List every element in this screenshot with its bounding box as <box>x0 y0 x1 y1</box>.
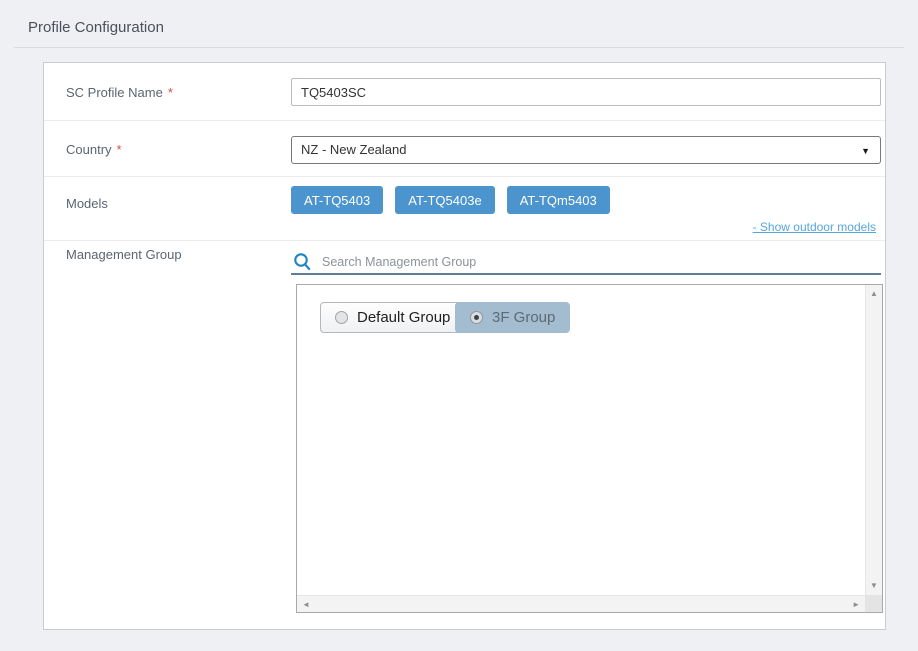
country-label: Country * <box>66 142 122 157</box>
required-asterisk: * <box>168 85 173 100</box>
group-option-label: 3F Group <box>492 309 555 326</box>
row-sc-profile-name: SC Profile Name * <box>44 63 885 121</box>
sc-profile-name-label: SC Profile Name * <box>66 85 173 100</box>
group-option-label: Default Group <box>357 309 450 326</box>
models-label-text: Models <box>66 196 108 211</box>
management-group-label: Management Group <box>66 247 182 262</box>
management-group-label-text: Management Group <box>66 247 182 262</box>
model-button-at-tq5403e[interactable]: AT-TQ5403e <box>395 186 494 214</box>
vertical-scrollbar[interactable]: ▲ ▼ <box>865 285 882 595</box>
page: Profile Configuration SC Profile Name * C… <box>0 0 918 651</box>
management-group-panel: Default Group 3F Group ▲ ▼ ◄ ► <box>296 284 883 613</box>
model-buttons-group: AT-TQ5403 AT-TQ5403e AT-TQm5403 <box>291 186 610 214</box>
group-option-3f-group[interactable]: 3F Group <box>455 302 570 333</box>
row-country: Country * NZ - New Zealand ▼ <box>44 121 885 177</box>
title-divider <box>14 47 904 48</box>
show-outdoor-models-link[interactable]: - Show outdoor models <box>753 220 876 234</box>
model-button-at-tq5403[interactable]: AT-TQ5403 <box>291 186 383 214</box>
horizontal-scrollbar[interactable]: ◄ ► <box>297 595 865 612</box>
country-selected-option: NZ - New Zealand <box>301 142 406 157</box>
management-group-search-input[interactable] <box>322 252 872 272</box>
scroll-down-arrow-icon[interactable]: ▼ <box>866 582 882 590</box>
radio-unselected-icon <box>335 311 348 324</box>
row-models: Models AT-TQ5403 AT-TQ5403e AT-TQm5403 -… <box>44 177 885 241</box>
country-label-text: Country <box>66 142 112 157</box>
required-asterisk: * <box>117 142 122 157</box>
profile-config-card: SC Profile Name * Country * NZ - New Zeala… <box>43 62 886 630</box>
management-group-search <box>291 249 881 275</box>
sc-profile-name-label-text: SC Profile Name <box>66 85 163 100</box>
scrollbar-corner <box>865 595 882 612</box>
search-icon <box>293 252 312 271</box>
country-select[interactable]: NZ - New Zealand ▼ <box>291 136 881 164</box>
scroll-left-arrow-icon[interactable]: ◄ <box>302 601 310 609</box>
group-option-default-group[interactable]: Default Group <box>320 302 465 333</box>
chevron-down-icon: ▼ <box>861 138 870 164</box>
scroll-up-arrow-icon[interactable]: ▲ <box>866 290 882 298</box>
models-label: Models <box>66 196 108 211</box>
radio-selected-icon <box>470 311 483 324</box>
scroll-right-arrow-icon[interactable]: ► <box>852 601 860 609</box>
model-button-at-tqm5403[interactable]: AT-TQm5403 <box>507 186 610 214</box>
row-management-group: Management Group Default Group 3F Group <box>44 241 885 629</box>
page-title: Profile Configuration <box>28 19 164 36</box>
sc-profile-name-input[interactable] <box>291 78 881 106</box>
